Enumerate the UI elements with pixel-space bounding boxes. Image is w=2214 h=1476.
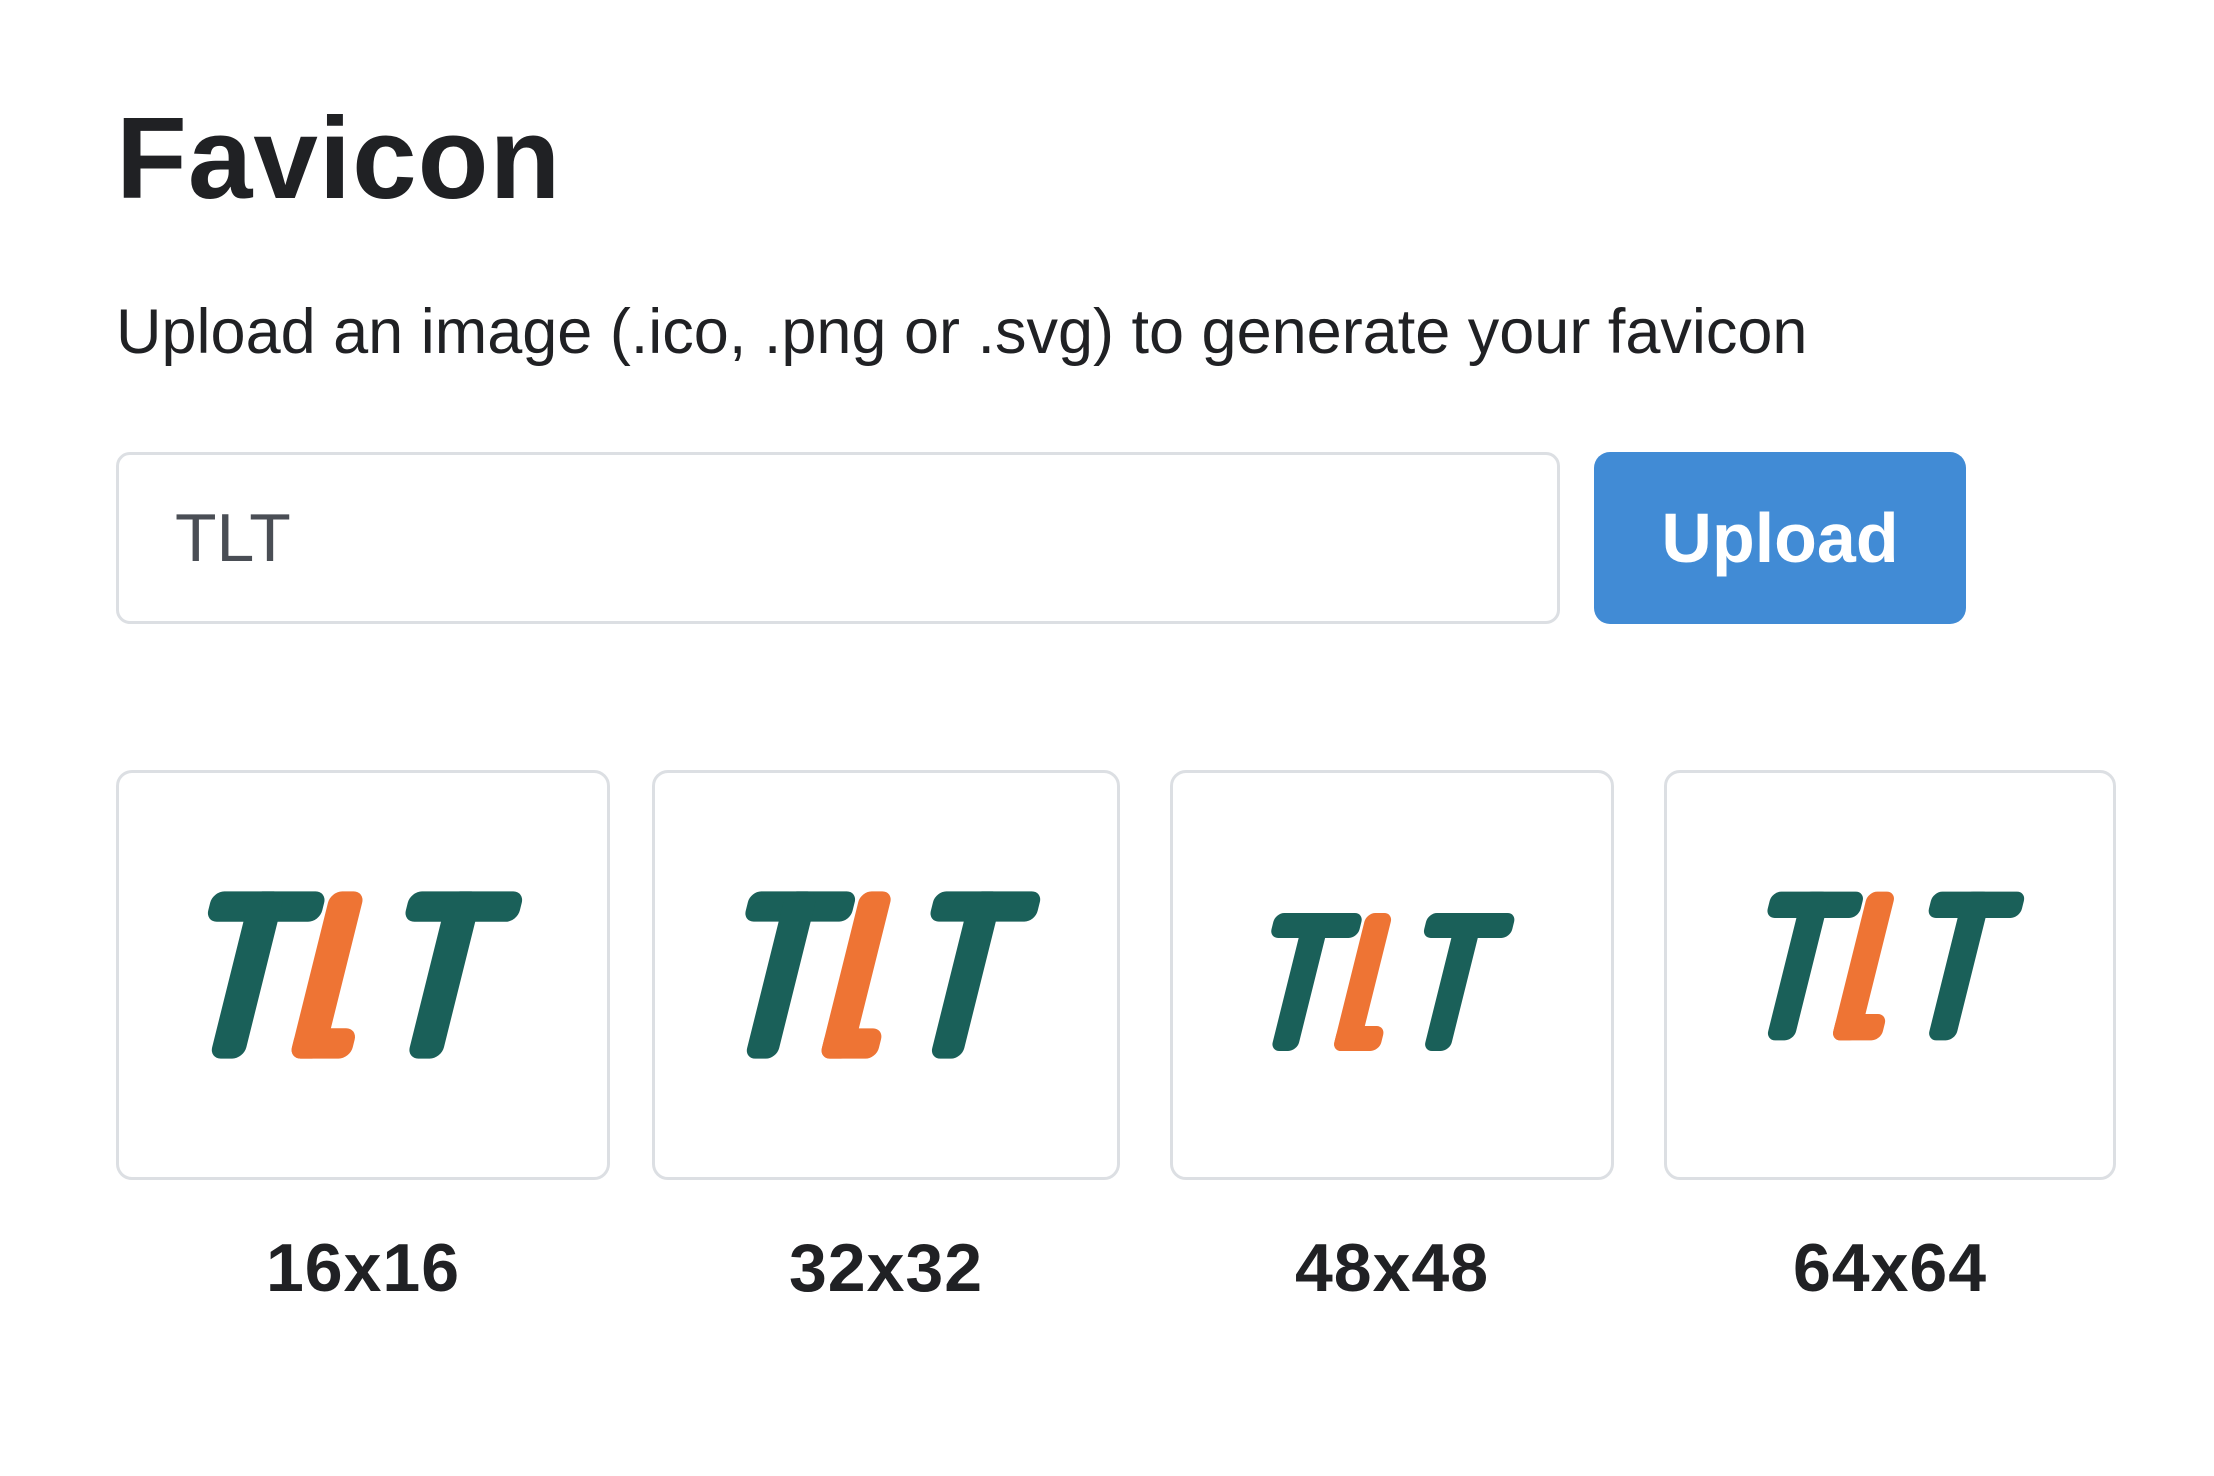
tlt-logo-icon: [1767, 891, 2025, 1041]
size-label-32: 32x32: [788, 1230, 984, 1306]
favicon-preview-64: [1664, 770, 2116, 1180]
favicon-text-input[interactable]: [116, 452, 1560, 624]
size-label-16: 16x16: [265, 1230, 461, 1306]
upload-button[interactable]: Upload: [1594, 452, 1966, 624]
favicon-page: Favicon Upload an image (.ico, .png or .…: [0, 0, 2214, 1476]
page-title: Favicon: [116, 93, 562, 223]
tlt-logo-icon: [1271, 913, 1515, 1051]
page-description: Upload an image (.ico, .png or .svg) to …: [116, 297, 1808, 367]
tlt-logo-icon: [745, 891, 1041, 1059]
size-label-64: 64x64: [1792, 1230, 1988, 1306]
favicon-preview-32: [652, 770, 1120, 1180]
favicon-preview-48: [1170, 770, 1614, 1180]
tlt-logo-icon: [207, 891, 523, 1059]
favicon-preview-16: [116, 770, 610, 1180]
size-label-48: 48x48: [1294, 1230, 1490, 1306]
